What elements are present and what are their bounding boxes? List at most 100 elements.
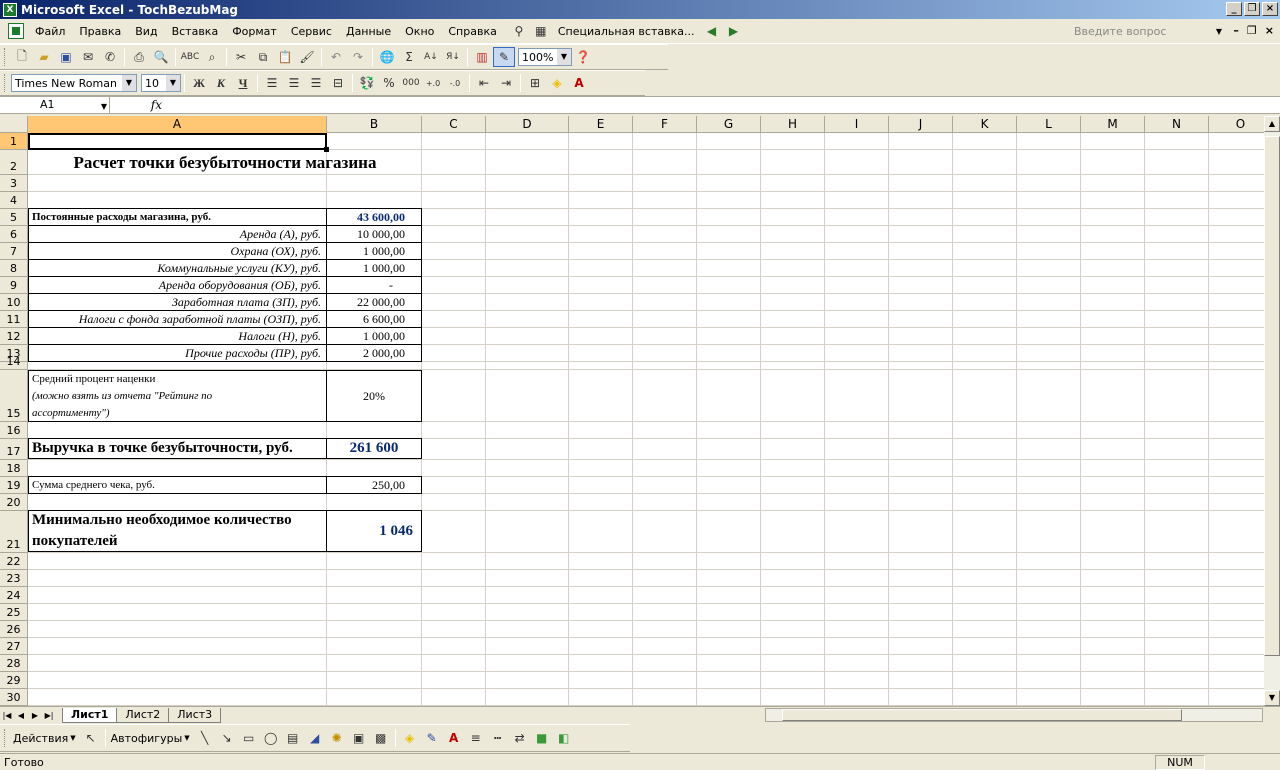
next-sheet-icon[interactable]: ▶ [28,711,42,720]
increase-decimal-icon[interactable]: +.0 [422,73,444,93]
wordart-icon[interactable]: ◢ [304,728,326,748]
sheet-tab-1[interactable]: Лист1 [62,707,118,723]
decrease-decimal-icon[interactable]: -.0 [444,73,466,93]
copy-icon[interactable]: ⧉ [252,47,274,67]
chart-wizard-icon[interactable]: ▥ [471,47,493,67]
scroll-up-icon[interactable]: ▲ [1264,116,1280,132]
redo-icon[interactable]: ↷ [347,47,369,67]
menu-window[interactable]: Окно [398,23,441,40]
vertical-scrollbar[interactable]: ▲ ▼ [1264,116,1280,706]
merge-center-icon[interactable]: ⊟ [327,73,349,93]
arrow-icon[interactable]: ↘ [216,728,238,748]
help-icon[interactable]: ❓ [572,47,594,67]
permission-icon[interactable]: ✉ [77,47,99,67]
row-header[interactable]: 12 [0,328,28,345]
actions-menu[interactable]: Действия [11,732,70,745]
cost-item-value[interactable]: 1 000,00 [326,259,422,277]
cost-item-label[interactable]: Коммунальные услуги (КУ), руб. [28,259,327,277]
row-header[interactable]: 21 [0,511,28,553]
increase-indent-icon[interactable]: ⇥ [495,73,517,93]
row-header[interactable]: 10 [0,294,28,311]
grid-icon[interactable]: ▦ [530,21,552,41]
doc-restore-button[interactable]: ❐ [1247,24,1257,37]
toolbar-grip[interactable] [4,74,7,92]
cut-icon[interactable]: ✂ [230,47,252,67]
markup-label[interactable]: Средний процент наценки (можно взять из … [28,370,327,422]
shadow-icon[interactable]: ■ [531,728,553,748]
sort-ascending-icon[interactable]: А↓ [420,47,442,67]
undo-icon[interactable]: ↶ [325,47,347,67]
borders-icon[interactable]: ⊞ [524,73,546,93]
cost-item-value[interactable]: 2 000,00 [326,344,422,362]
binoculars-icon[interactable]: ⚲ [508,21,530,41]
row-header[interactable]: 23 [0,570,28,587]
fill-color-icon[interactable]: ◈ [399,728,421,748]
cost-item-label[interactable]: Охрана (ОХ), руб. [28,242,327,260]
fx-icon[interactable]: fx [110,98,170,112]
oval-icon[interactable]: ◯ [260,728,282,748]
row-header[interactable]: 1 [0,133,28,150]
column-header-d[interactable]: D [486,116,569,133]
row-header[interactable]: 30 [0,689,28,706]
font-name-combo[interactable]: Times New Roman ▼ [11,74,137,92]
format-painter-icon[interactable]: 🖌 [296,47,318,67]
menu-view[interactable]: Вид [128,23,164,40]
align-center-icon[interactable]: ☰ [283,73,305,93]
scroll-down-icon[interactable]: ▼ [1264,690,1280,706]
clipart-icon[interactable]: ▣ [348,728,370,748]
column-header-o[interactable]: O [1209,116,1264,133]
menu-data[interactable]: Данные [339,23,398,40]
italic-button[interactable]: К [210,73,232,93]
select-objects-icon[interactable]: ↖ [80,728,102,748]
column-header-a[interactable]: A [28,116,327,133]
menu-format[interactable]: Формат [225,23,284,40]
sheet-tab-2[interactable]: Лист2 [116,707,170,723]
column-header-g[interactable]: G [697,116,761,133]
cost-item-label[interactable]: Налоги с фонда заработной платы (ОЗП), р… [28,310,327,328]
cost-item-label[interactable]: Прочие расходы (ПР), руб. [28,344,327,362]
line-icon[interactable]: ╲ [194,728,216,748]
currency-icon[interactable]: 💱 [356,73,378,93]
underline-button[interactable]: Ч [232,73,254,93]
new-file-icon[interactable]: 🗋 [11,47,33,67]
vertical-scroll-thumb[interactable] [1264,136,1280,656]
row-header[interactable]: 16 [0,422,28,439]
row-header[interactable]: 26 [0,621,28,638]
3d-icon[interactable]: ◧ [553,728,575,748]
back-arrow-icon[interactable]: ◀ [700,21,722,41]
first-sheet-icon[interactable]: |◀ [0,711,14,720]
column-header-h[interactable]: H [761,116,825,133]
align-left-icon[interactable]: ☰ [261,73,283,93]
zoom-combo[interactable]: 100% ▼ [518,48,572,66]
select-all-corner[interactable] [0,116,28,133]
fixed-costs-value[interactable]: 43 600,00 [326,208,422,226]
column-header-b[interactable]: B [327,116,422,133]
decrease-indent-icon[interactable]: ⇤ [473,73,495,93]
column-header-i[interactable]: I [825,116,889,133]
print-icon[interactable]: ⎙ [128,47,150,67]
thousands-separator-button[interactable]: 000 [400,73,422,93]
autoshapes-menu[interactable]: Автофигуры [109,732,185,745]
toolbar-grip[interactable] [4,48,7,66]
formula-input[interactable] [170,97,1280,113]
column-header-m[interactable]: M [1081,116,1145,133]
row-header[interactable]: 29 [0,672,28,689]
minimize-button[interactable]: _ [1226,2,1242,16]
column-header-n[interactable]: N [1145,116,1209,133]
row-header[interactable]: 6 [0,226,28,243]
cost-item-value[interactable]: 1 000,00 [326,327,422,345]
row-header[interactable]: 5 [0,209,28,226]
sort-descending-icon[interactable]: Я↓ [442,47,464,67]
last-sheet-icon[interactable]: ▶| [42,711,56,720]
picture-icon[interactable]: ▩ [370,728,392,748]
align-right-icon[interactable]: ☰ [305,73,327,93]
row-header[interactable]: 2 [0,150,28,175]
horizontal-scrollbar[interactable] [765,708,1263,722]
special-paste-button[interactable]: Специальная вставка... [552,25,701,38]
cost-item-value[interactable]: - [326,276,422,294]
row-header[interactable]: 17 [0,439,28,460]
menu-help[interactable]: Справка [441,23,503,40]
forward-arrow-icon[interactable]: ▶ [722,21,744,41]
doc-close-button[interactable]: × [1265,24,1274,37]
spelling-icon[interactable]: ABC [179,47,201,67]
